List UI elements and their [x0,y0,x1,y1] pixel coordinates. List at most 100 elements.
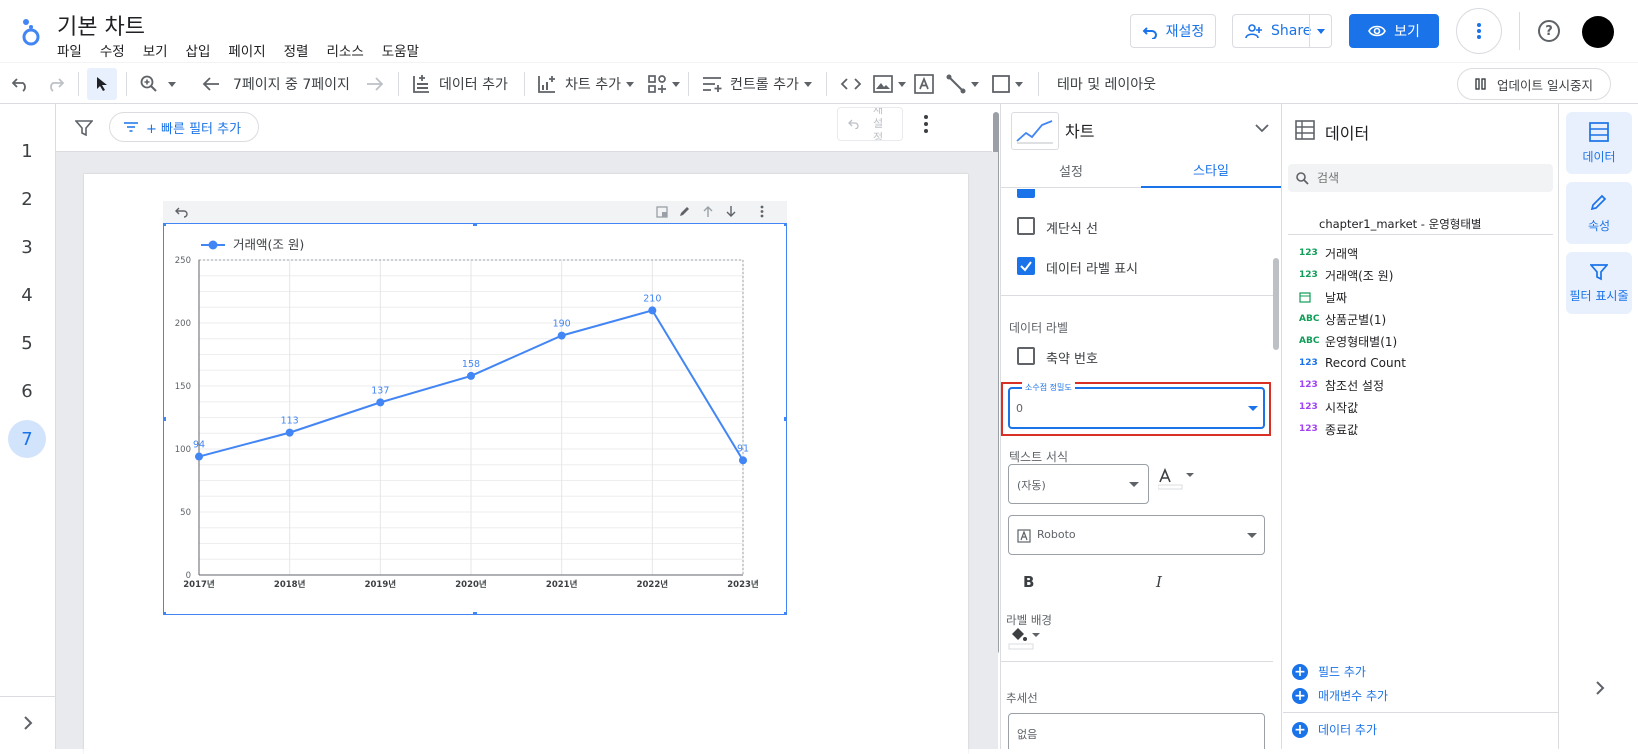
tab-style[interactable]: 스타일 [1141,152,1281,188]
page-item-5[interactable]: 5 [8,324,46,362]
add-chart-button[interactable]: 차트 추가 [537,63,634,105]
theme-layout-button[interactable]: 테마 및 레이아웃 [1057,63,1156,105]
x-tick-label: 2017년 [183,579,215,590]
chevron-down-icon [672,81,680,87]
line-chart[interactable]: 0501001502002502017년 2018년 2019년 2020년 2021년… [163,223,787,615]
pause-updates-button[interactable]: 업데이트 일시중지 [1457,68,1611,100]
chevron-right-icon[interactable] [23,716,33,730]
panel-scrollbar[interactable] [1273,258,1279,350]
rail-properties-button[interactable]: 속성 [1566,182,1632,244]
page-item-2[interactable]: 2 [8,180,46,218]
page-item-1[interactable]: 1 [8,132,46,170]
font-family-select[interactable]: Roboto [1008,515,1265,555]
menu-view[interactable]: 보기 [143,40,168,60]
search-input[interactable] [1317,171,1517,185]
select-tool-button[interactable] [87,68,117,100]
data-point[interactable] [376,398,385,407]
field-item[interactable]: 123 거래액(조 원) [1299,264,1393,286]
vertical-dots-icon[interactable] [760,205,764,218]
field-item[interactable]: 123 종료값 [1299,418,1358,440]
add-data-source-button[interactable]: + 데이터 추가 [1292,721,1377,738]
avatar[interactable] [1582,16,1614,48]
pencil-icon[interactable] [678,205,691,218]
chevron-right-icon[interactable] [1595,681,1605,695]
reset-button[interactable]: 재설정 [1130,14,1216,48]
field-item[interactable]: ABC 상품군별(1) [1299,308,1386,330]
next-page-button[interactable] [366,63,384,105]
step-line-checkbox[interactable] [1017,217,1035,235]
embed-url-button[interactable] [840,63,862,105]
field-item[interactable]: 123 Record Count [1299,352,1406,374]
page-item-3[interactable]: 3 [8,228,46,266]
menu-resource[interactable]: 리소스 [326,40,363,60]
menu-edit[interactable]: 수정 [100,40,125,60]
menu-page[interactable]: 페이지 [228,40,265,60]
chevron-down-icon[interactable] [1255,124,1269,133]
data-point[interactable] [467,371,475,380]
view-button[interactable]: 보기 [1349,14,1439,48]
share-button[interactable]: Share [1232,14,1332,48]
trendline-select[interactable]: 없음 [1008,713,1265,749]
data-point[interactable] [739,456,747,465]
chart-type-thumbnail[interactable] [1011,112,1059,150]
field-item[interactable]: ABC 운영형태별(1) [1299,330,1397,352]
menu-arrange[interactable]: 정렬 [284,40,309,60]
add-control-button[interactable]: 컨트롤 추가 [702,63,812,105]
add-data-button[interactable]: 데이터 추가 [411,63,508,105]
data-source-name[interactable]: chapter1_market - 운영형태별 [1319,216,1482,232]
redo-button[interactable] [46,63,64,105]
compact-numbers-checkbox[interactable] [1017,347,1035,365]
image-button[interactable] [873,63,906,105]
field-item[interactable]: 날짜 [1299,286,1347,308]
menu-bar: 파일 수정 보기 삽입 페이지 정렬 리소스 도움말 [57,40,437,60]
text-box-button[interactable] [914,63,934,105]
field-search[interactable] [1288,164,1553,192]
partial-checkbox[interactable] [1017,189,1035,198]
menu-insert[interactable]: 삽입 [186,40,211,60]
more-options-button[interactable] [1456,8,1502,54]
page-item-6[interactable]: 6 [8,372,46,410]
undo-icon[interactable] [175,206,189,218]
page-item-7[interactable]: 7 [8,420,46,458]
share-dropdown-button[interactable] [1309,15,1331,47]
rail-data-button[interactable]: 데이터 [1566,112,1632,174]
add-field-button[interactable]: + 필드 추가 [1292,663,1366,680]
filter-icon[interactable] [75,120,93,136]
vertical-dots-icon[interactable] [924,115,928,133]
help-button[interactable]: ? [1538,20,1560,42]
data-point[interactable] [648,306,657,315]
field-item[interactable]: 123 시작값 [1299,396,1358,418]
fill-color-button[interactable] [1008,626,1048,650]
add-component-button[interactable] [647,63,680,105]
report-title[interactable]: 기본 차트 [57,9,145,41]
previous-page-button[interactable] [202,63,220,105]
page-item-4[interactable]: 4 [8,276,46,314]
decimal-precision-select[interactable]: 소수점 정밀도 0 [1008,382,1265,429]
font-color-button[interactable] [1158,468,1198,490]
data-point[interactable] [285,428,294,437]
crop-icon[interactable] [656,206,668,218]
field-item[interactable]: 123 거래액 [1299,242,1358,264]
shape-button[interactable] [992,63,1023,105]
field-item[interactable]: 123 참조선 설정 [1299,374,1384,396]
menu-help[interactable]: 도움말 [382,40,419,60]
filter-reset-button[interactable]: 재설정 [837,107,903,141]
zoom-button[interactable] [140,63,176,105]
font-size-select[interactable]: (자동) [1008,464,1149,504]
arrow-up-icon[interactable] [703,205,713,218]
data-point[interactable] [195,452,203,461]
italic-button[interactable]: I [1156,573,1162,591]
data-point[interactable] [557,331,566,340]
tab-setup[interactable]: 설정 [1001,152,1141,188]
show-data-labels-checkbox[interactable] [1017,257,1035,275]
x-tick-label: 2023년 [727,579,759,590]
rail-filter-bar-button[interactable]: 필터 표시줄 [1566,252,1632,314]
line-button[interactable] [946,63,979,105]
add-parameter-button[interactable]: + 매개변수 추가 [1292,687,1388,704]
table-icon [1295,120,1315,140]
bold-button[interactable]: B [1023,573,1034,591]
arrow-down-icon[interactable] [726,205,736,218]
menu-file[interactable]: 파일 [57,40,82,60]
quick-filter-button[interactable]: + 빠른 필터 추가 [109,112,259,142]
undo-button[interactable] [12,63,30,105]
